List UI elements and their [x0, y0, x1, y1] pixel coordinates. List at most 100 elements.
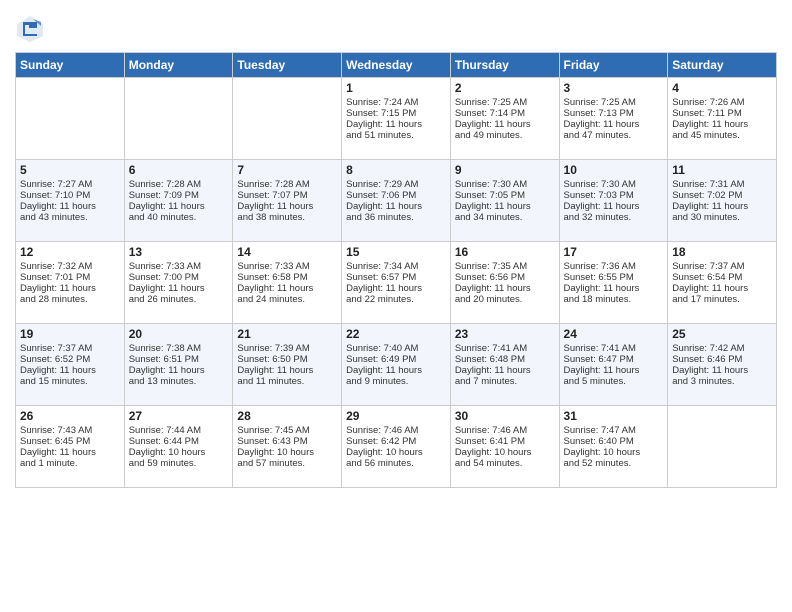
day-info: Sunrise: 7:35 AM	[455, 261, 555, 272]
calendar-cell: 23Sunrise: 7:41 AMSunset: 6:48 PMDayligh…	[450, 324, 559, 406]
day-info: and 34 minutes.	[455, 212, 555, 223]
day-info: Sunset: 7:14 PM	[455, 108, 555, 119]
calendar-cell: 26Sunrise: 7:43 AMSunset: 6:45 PMDayligh…	[16, 406, 125, 488]
day-info: Sunrise: 7:28 AM	[237, 179, 337, 190]
day-info: Sunset: 7:05 PM	[455, 190, 555, 201]
day-info: Sunset: 6:48 PM	[455, 354, 555, 365]
day-info: Sunrise: 7:33 AM	[237, 261, 337, 272]
day-info: Sunset: 7:00 PM	[129, 272, 229, 283]
day-number: 10	[564, 163, 664, 177]
day-info: Sunrise: 7:43 AM	[20, 425, 120, 436]
calendar-cell: 7Sunrise: 7:28 AMSunset: 7:07 PMDaylight…	[233, 160, 342, 242]
calendar-cell: 5Sunrise: 7:27 AMSunset: 7:10 PMDaylight…	[16, 160, 125, 242]
weekday-header-sunday: Sunday	[16, 53, 125, 78]
day-info: Sunrise: 7:28 AM	[129, 179, 229, 190]
calendar-cell: 17Sunrise: 7:36 AMSunset: 6:55 PMDayligh…	[559, 242, 668, 324]
calendar-cell: 27Sunrise: 7:44 AMSunset: 6:44 PMDayligh…	[124, 406, 233, 488]
day-info: Daylight: 11 hours	[20, 447, 120, 458]
day-info: and 24 minutes.	[237, 294, 337, 305]
day-info: Sunrise: 7:42 AM	[672, 343, 772, 354]
calendar-cell: 9Sunrise: 7:30 AMSunset: 7:05 PMDaylight…	[450, 160, 559, 242]
day-info: and 17 minutes.	[672, 294, 772, 305]
day-number: 22	[346, 327, 446, 341]
day-info: and 43 minutes.	[20, 212, 120, 223]
day-info: and 28 minutes.	[20, 294, 120, 305]
day-info: Daylight: 11 hours	[564, 283, 664, 294]
day-info: Sunset: 6:45 PM	[20, 436, 120, 447]
day-info: Daylight: 11 hours	[237, 365, 337, 376]
day-info: and 13 minutes.	[129, 376, 229, 387]
day-info: Sunset: 6:49 PM	[346, 354, 446, 365]
day-number: 19	[20, 327, 120, 341]
day-number: 12	[20, 245, 120, 259]
day-info: Sunrise: 7:46 AM	[455, 425, 555, 436]
day-number: 17	[564, 245, 664, 259]
day-info: Sunrise: 7:27 AM	[20, 179, 120, 190]
day-number: 29	[346, 409, 446, 423]
day-info: Daylight: 11 hours	[346, 283, 446, 294]
calendar-cell: 15Sunrise: 7:34 AMSunset: 6:57 PMDayligh…	[342, 242, 451, 324]
day-info: and 15 minutes.	[20, 376, 120, 387]
day-number: 4	[672, 81, 772, 95]
day-number: 20	[129, 327, 229, 341]
day-info: Daylight: 11 hours	[346, 365, 446, 376]
day-info: and 9 minutes.	[346, 376, 446, 387]
day-info: Daylight: 10 hours	[346, 447, 446, 458]
calendar-cell: 16Sunrise: 7:35 AMSunset: 6:56 PMDayligh…	[450, 242, 559, 324]
day-info: Daylight: 10 hours	[237, 447, 337, 458]
day-info: Sunrise: 7:29 AM	[346, 179, 446, 190]
calendar-cell: 24Sunrise: 7:41 AMSunset: 6:47 PMDayligh…	[559, 324, 668, 406]
day-info: Sunrise: 7:37 AM	[20, 343, 120, 354]
day-info: Sunrise: 7:39 AM	[237, 343, 337, 354]
calendar-cell	[124, 78, 233, 160]
day-info: and 18 minutes.	[564, 294, 664, 305]
weekday-header-wednesday: Wednesday	[342, 53, 451, 78]
calendar-cell	[668, 406, 777, 488]
day-info: Daylight: 11 hours	[129, 201, 229, 212]
day-info: Sunset: 7:02 PM	[672, 190, 772, 201]
day-number: 23	[455, 327, 555, 341]
day-number: 16	[455, 245, 555, 259]
day-info: Daylight: 11 hours	[455, 283, 555, 294]
day-info: Sunset: 6:43 PM	[237, 436, 337, 447]
day-info: Daylight: 11 hours	[129, 283, 229, 294]
day-info: Daylight: 11 hours	[20, 365, 120, 376]
day-info: Sunrise: 7:41 AM	[564, 343, 664, 354]
day-number: 5	[20, 163, 120, 177]
day-info: and 36 minutes.	[346, 212, 446, 223]
day-info: Sunset: 6:57 PM	[346, 272, 446, 283]
day-info: Sunrise: 7:34 AM	[346, 261, 446, 272]
day-info: Sunset: 6:44 PM	[129, 436, 229, 447]
day-number: 7	[237, 163, 337, 177]
day-info: and 52 minutes.	[564, 458, 664, 469]
day-info: Sunset: 6:42 PM	[346, 436, 446, 447]
day-number: 8	[346, 163, 446, 177]
day-info: Sunrise: 7:26 AM	[672, 97, 772, 108]
day-info: Daylight: 11 hours	[237, 201, 337, 212]
day-info: Sunset: 7:11 PM	[672, 108, 772, 119]
day-info: Daylight: 11 hours	[672, 119, 772, 130]
day-number: 13	[129, 245, 229, 259]
day-number: 11	[672, 163, 772, 177]
day-number: 30	[455, 409, 555, 423]
day-info: Sunset: 7:06 PM	[346, 190, 446, 201]
calendar-cell: 21Sunrise: 7:39 AMSunset: 6:50 PMDayligh…	[233, 324, 342, 406]
weekday-header-saturday: Saturday	[668, 53, 777, 78]
day-info: Sunrise: 7:37 AM	[672, 261, 772, 272]
day-number: 28	[237, 409, 337, 423]
day-info: Sunrise: 7:41 AM	[455, 343, 555, 354]
day-info: and 11 minutes.	[237, 376, 337, 387]
day-info: Sunset: 6:40 PM	[564, 436, 664, 447]
day-info: Daylight: 11 hours	[346, 119, 446, 130]
page-header	[15, 10, 777, 44]
day-number: 6	[129, 163, 229, 177]
day-info: Daylight: 11 hours	[672, 283, 772, 294]
page-container: SundayMondayTuesdayWednesdayThursdayFrid…	[0, 0, 792, 498]
day-info: and 26 minutes.	[129, 294, 229, 305]
day-info: Daylight: 11 hours	[672, 365, 772, 376]
calendar-cell: 25Sunrise: 7:42 AMSunset: 6:46 PMDayligh…	[668, 324, 777, 406]
day-info: Daylight: 11 hours	[129, 365, 229, 376]
day-info: Sunrise: 7:47 AM	[564, 425, 664, 436]
day-info: and 45 minutes.	[672, 130, 772, 141]
day-info: Daylight: 11 hours	[564, 365, 664, 376]
